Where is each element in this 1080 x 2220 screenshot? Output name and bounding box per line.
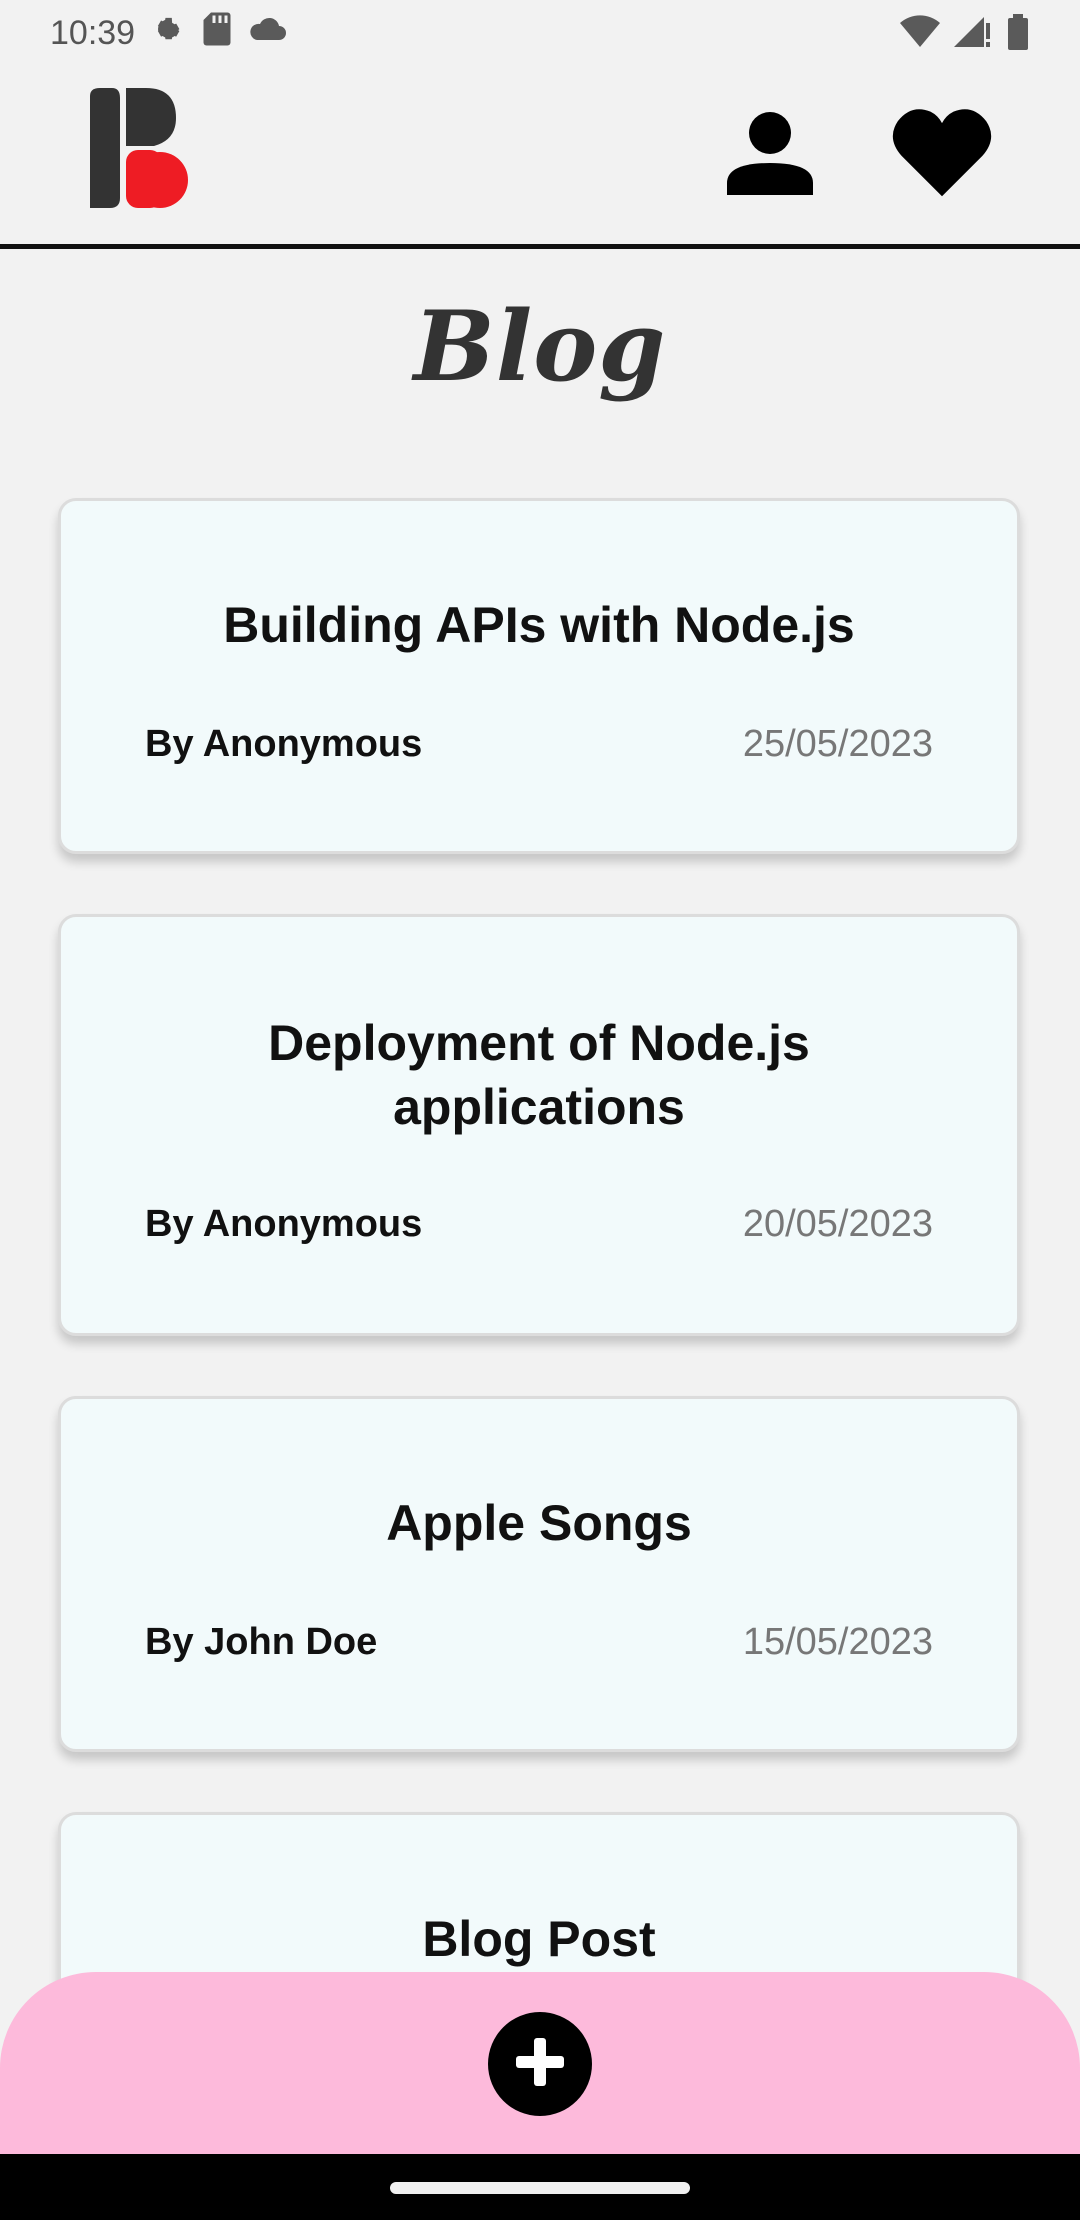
sd-card-icon (201, 11, 233, 56)
wifi-icon (900, 15, 940, 58)
status-time: 10:39 (50, 14, 136, 52)
post-date: 15/05/2023 (742, 1621, 933, 1663)
plus-circle-icon (512, 2034, 568, 2095)
post-title: Building APIs with Node.js (223, 597, 855, 653)
post-title: Deployment of Node.js applications (121, 1011, 957, 1139)
post-title-line: Deployment of Node.js (268, 1015, 810, 1071)
post-title: Apple Songs (386, 1495, 692, 1551)
add-post-button[interactable] (488, 2012, 592, 2116)
settings-gear-icon (149, 10, 187, 57)
post-title: Blog Post (422, 1911, 656, 1967)
brand-logo[interactable] (84, 88, 194, 208)
cloud-icon (247, 14, 287, 53)
post-date: 20/05/2023 (742, 1203, 933, 1245)
person-icon[interactable] (720, 102, 820, 202)
battery-icon (1006, 14, 1030, 59)
post-date: 25/05/2023 (742, 723, 933, 765)
post-author: By Anonymous (145, 723, 423, 765)
post-author: By Anonymous (145, 1203, 423, 1245)
screen: 10:39 Blog Building APIs with Node.js By… (0, 0, 1080, 2220)
blog-post-card[interactable]: Building APIs with Node.js By Anonymous … (58, 498, 1020, 854)
heart-icon[interactable] (892, 102, 992, 202)
status-bar: 10:39 (0, 0, 1080, 66)
blog-post-card[interactable]: Apple Songs By John Doe 15/05/2023 (58, 1396, 1020, 1752)
system-navigation-bar (0, 2154, 1080, 2220)
blog-post-card[interactable]: Deployment of Node.js applications By An… (58, 914, 1020, 1336)
app-header (0, 66, 1080, 249)
signal-icon (954, 15, 992, 58)
home-indicator[interactable] (390, 2182, 690, 2194)
post-title-line: applications (393, 1079, 685, 1135)
bottom-action-bar (0, 1972, 1080, 2154)
post-author: By John Doe (145, 1621, 378, 1663)
page-title: Blog (413, 290, 667, 403)
